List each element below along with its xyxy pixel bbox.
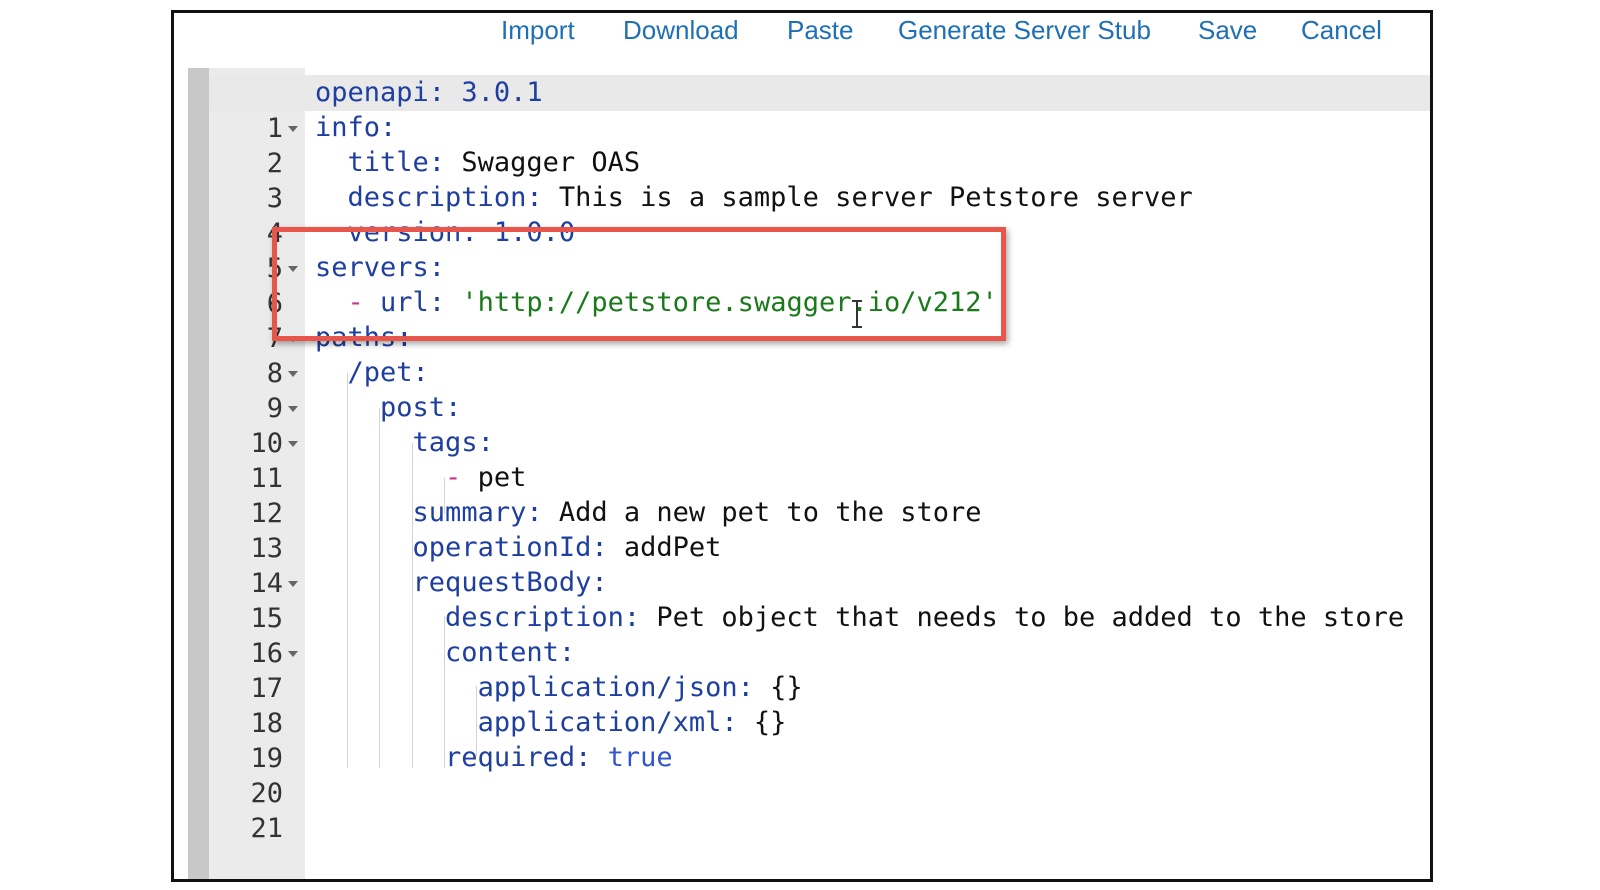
yaml-value: {} xyxy=(753,707,787,738)
code-line[interactable]: 8 paths: xyxy=(209,320,1430,389)
code-text: openapi: 3.0.1 xyxy=(315,77,543,108)
code-text: requestBody: xyxy=(412,567,608,598)
code-line[interactable]: 10 post: xyxy=(209,390,1430,459)
yaml-key: paths xyxy=(315,322,397,353)
list-dash: - xyxy=(445,462,462,493)
generate-server-stub-button[interactable]: Generate Server Stub xyxy=(898,13,1151,47)
yaml-key: content xyxy=(445,637,559,668)
yaml-value: 3.0.1 xyxy=(461,77,543,108)
code-line[interactable]: 17 content: xyxy=(209,635,1430,704)
code-text: application/json: {} xyxy=(477,672,803,703)
code-text: servers: xyxy=(315,252,446,283)
code-line[interactable]: 19 application/xml: {} xyxy=(209,705,1430,774)
code-line[interactable]: 9 /pet: xyxy=(209,355,1430,424)
import-button[interactable]: Import xyxy=(501,13,575,47)
yaml-key: servers xyxy=(315,252,429,283)
code-text: application/xml: {} xyxy=(477,707,787,738)
fold-toggle-icon[interactable] xyxy=(287,425,301,461)
code-editor[interactable]: 1 openapi: 3.0.1 2 info: 3 title: Swagge… xyxy=(188,68,1430,879)
yaml-key: title xyxy=(347,147,429,178)
code-text: info: xyxy=(315,112,397,143)
list-dash: - xyxy=(347,287,364,318)
code-text: /pet: xyxy=(347,357,429,388)
yaml-value: addPet xyxy=(623,532,722,563)
code-text: - pet xyxy=(315,460,526,496)
code-line[interactable]: 2 info: xyxy=(209,110,1430,179)
yaml-value: {} xyxy=(770,672,803,703)
code-text: title: Swagger OAS xyxy=(347,147,641,178)
fold-toggle-icon[interactable] xyxy=(287,355,301,391)
code-line[interactable]: 11 tags: xyxy=(209,425,1430,494)
yaml-boolean-value: true xyxy=(607,742,673,773)
code-text: required: true xyxy=(445,742,673,773)
code-text: post: xyxy=(380,392,462,423)
yaml-key: required xyxy=(445,742,576,773)
yaml-value: This is a sample server Petstore server xyxy=(558,182,1193,213)
yaml-key: post xyxy=(380,392,446,423)
yaml-key: url xyxy=(380,287,429,318)
code-line[interactable]: 13 summary: Add a new pet to the store xyxy=(209,495,1430,564)
code-text: content: xyxy=(445,637,576,668)
fold-toggle-icon[interactable] xyxy=(287,565,301,601)
cancel-button[interactable]: Cancel xyxy=(1301,13,1382,47)
code-line[interactable]: 20 required: true xyxy=(209,740,1430,809)
code-text: tags: xyxy=(412,427,494,458)
yaml-key: application/xml xyxy=(477,707,722,738)
code-line[interactable]: 7 - url: 'http://petstore.swagger.io/v21… xyxy=(209,285,1430,354)
yaml-key: version xyxy=(347,217,462,248)
code-line[interactable]: 3 title: Swagger OAS xyxy=(209,145,1430,214)
fold-toggle-icon[interactable] xyxy=(287,635,301,671)
yaml-value: Swagger OAS xyxy=(461,147,641,178)
code-line[interactable]: 18 application/json: {} xyxy=(209,670,1430,739)
toolbar: Import Download Paste Generate Server St… xyxy=(174,13,1430,68)
code-line[interactable]: 14 operationId: addPet xyxy=(209,530,1430,599)
fold-toggle-icon[interactable] xyxy=(287,250,301,286)
code-text: description: This is a sample server Pet… xyxy=(347,182,1193,213)
yaml-value: Add a new pet to the store xyxy=(558,497,982,528)
code-text: - url: 'http://petstore.swagger.io/v212' xyxy=(347,287,998,318)
fold-toggle-icon[interactable] xyxy=(287,110,301,146)
yaml-string-value: 'http://petstore.swagger.io/v212' xyxy=(461,287,998,318)
code-text: operationId: addPet xyxy=(412,532,722,563)
yaml-key: tags xyxy=(412,427,478,458)
yaml-key: info xyxy=(315,112,381,143)
yaml-value: pet xyxy=(477,462,527,493)
text-cursor-icon xyxy=(852,300,862,330)
paste-button[interactable]: Paste xyxy=(787,13,854,47)
code-text: summary: Add a new pet to the store xyxy=(412,497,982,528)
yaml-key: operationId xyxy=(412,532,592,563)
fold-toggle-icon[interactable] xyxy=(287,320,301,356)
code-line[interactable]: 1 openapi: 3.0.1 xyxy=(209,75,1430,144)
code-line[interactable]: 21 xyxy=(209,775,1430,844)
code-line[interactable]: 16 description: Pet object that needs to… xyxy=(209,600,1430,669)
code-line[interactable]: 12 - pet xyxy=(209,460,1430,529)
fold-toggle-icon[interactable] xyxy=(287,390,301,426)
yaml-key: openapi xyxy=(315,77,429,108)
yaml-key: description xyxy=(445,602,624,633)
yaml-value: 1.0.0 xyxy=(493,217,576,248)
code-line[interactable]: 5 version: 1.0.0 xyxy=(209,215,1430,284)
yaml-value: Pet object that needs to be added to the… xyxy=(656,602,1405,633)
yaml-key: description xyxy=(347,182,527,213)
line-number: 21 xyxy=(250,813,283,844)
code-line[interactable]: 6 servers: xyxy=(209,250,1430,319)
code-text: description: Pet object that needs to be… xyxy=(445,602,1405,633)
code-line[interactable]: 4 description: This is a sample server P… xyxy=(209,180,1430,249)
editor-scrollbar[interactable] xyxy=(188,68,209,879)
code-line[interactable]: 15 requestBody: xyxy=(209,565,1430,634)
yaml-key: /pet xyxy=(347,357,413,388)
editor-window: Import Download Paste Generate Server St… xyxy=(171,10,1433,882)
download-button[interactable]: Download xyxy=(623,13,739,47)
code-text: paths: xyxy=(315,322,413,353)
yaml-key: requestBody xyxy=(412,567,592,598)
yaml-key: application/json xyxy=(477,672,738,703)
save-button[interactable]: Save xyxy=(1198,13,1257,47)
yaml-key: summary xyxy=(412,497,527,528)
code-text: version: 1.0.0 xyxy=(347,217,576,248)
